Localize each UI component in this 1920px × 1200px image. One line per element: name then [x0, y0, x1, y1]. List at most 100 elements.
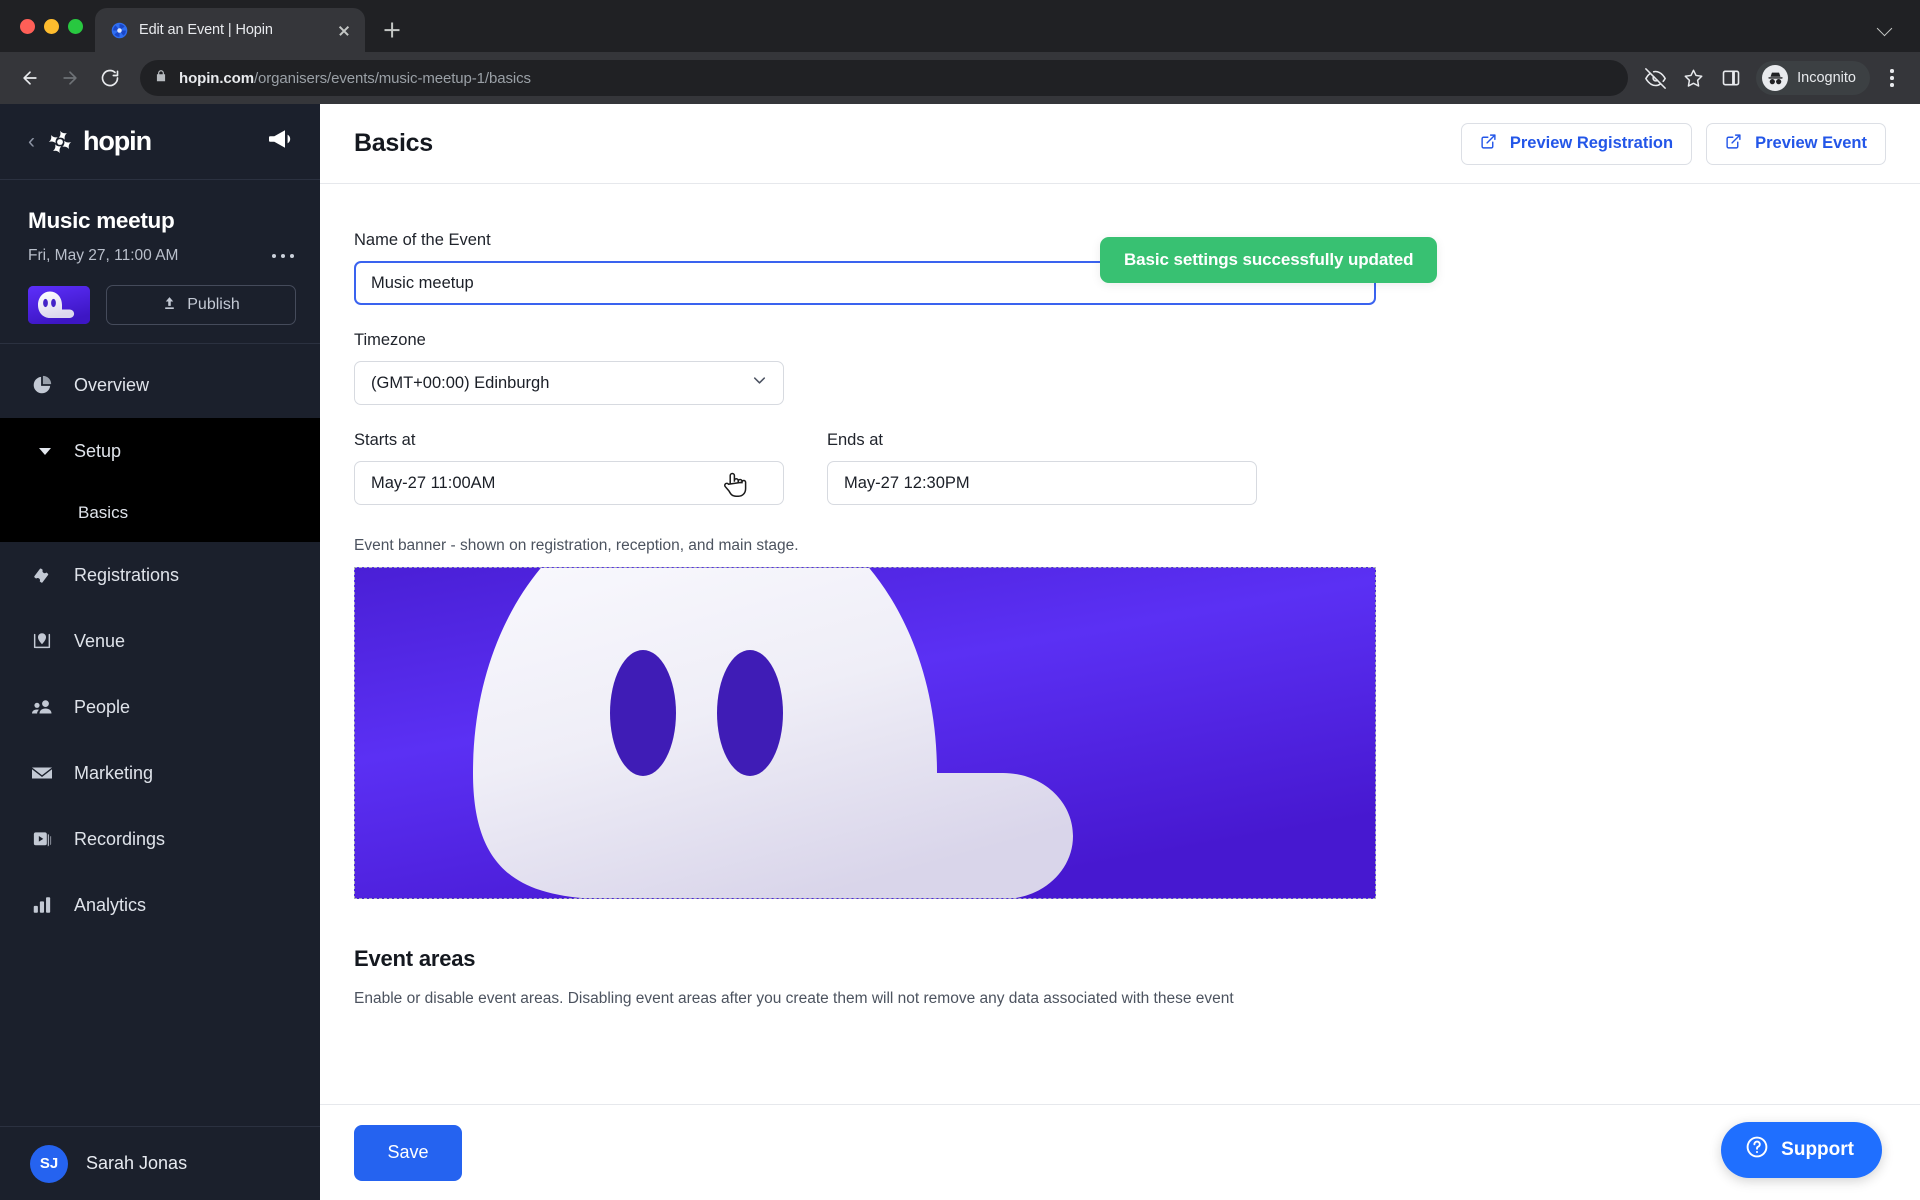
side-panel-icon[interactable]	[1714, 61, 1748, 95]
eye-off-icon[interactable]	[1638, 61, 1672, 95]
browser-tab-strip: Edit an Event | Hopin	[0, 0, 1920, 52]
close-window-button[interactable]	[20, 18, 35, 34]
publish-label: Publish	[187, 296, 240, 313]
maximize-window-button[interactable]	[68, 18, 83, 34]
sidebar-user-profile[interactable]: SJ Sarah Jonas	[0, 1126, 320, 1200]
sidebar-item-label: Recordings	[74, 828, 166, 849]
starts-at-label: Starts at	[354, 431, 416, 449]
bookmark-star-icon[interactable]	[1676, 61, 1710, 95]
avatar: SJ	[30, 1144, 68, 1183]
event-actions-row: Publish	[28, 285, 296, 325]
sidebar-item-label: Overview	[74, 374, 150, 395]
preview-event-label: Preview Event	[1755, 134, 1867, 152]
incognito-icon	[1762, 65, 1789, 91]
timezone-field: Timezone (GMT+00:00) Edinburgh	[354, 331, 1886, 405]
event-thumbnail[interactable]	[28, 286, 90, 324]
sidebar-item-label: People	[74, 696, 131, 717]
sidebar-item-people[interactable]: People	[0, 674, 320, 740]
event-date: Fri, May 27, 11:00 AM	[28, 247, 179, 264]
lock-icon	[154, 69, 168, 88]
hopin-logo-icon	[47, 129, 73, 155]
sidebar-item-label: Analytics	[74, 894, 147, 915]
hopin-favicon-icon	[111, 22, 128, 39]
event-more-options-button[interactable]	[270, 248, 297, 265]
main-content: Basics Preview Registration Preview Even…	[320, 104, 1920, 1200]
support-label: Support	[1781, 1139, 1854, 1160]
event-areas-description: Enable or disable event areas. Disabling…	[354, 990, 1234, 1007]
sidebar-event-card: Music meetup Fri, May 27, 11:00 AM Publi…	[0, 180, 320, 344]
tab-search-button[interactable]	[1868, 10, 1904, 46]
ends-at-input[interactable]: May-27 12:30PM	[827, 461, 1257, 505]
page-title: Basics	[354, 129, 433, 157]
sidebar-item-marketing[interactable]: Marketing	[0, 740, 320, 806]
user-name: Sarah Jonas	[86, 1153, 188, 1173]
caret-down-icon	[30, 447, 54, 455]
event-banner-field: Event banner - shown on registration, re…	[354, 537, 1886, 899]
preview-registration-label: Preview Registration	[1509, 134, 1674, 152]
sidebar-item-label: Marketing	[74, 762, 154, 783]
question-circle-icon	[1745, 1135, 1769, 1165]
video-icon	[30, 828, 54, 851]
event-date-row: Fri, May 27, 11:00 AM	[28, 247, 296, 265]
incognito-profile-chip[interactable]: Incognito	[1756, 61, 1870, 95]
megaphone-icon[interactable]	[268, 127, 296, 156]
sidebar-item-venue[interactable]: Venue	[0, 608, 320, 674]
address-bar-url: hopin.com/organisers/events/music-meetup…	[179, 69, 531, 87]
browser-toolbar: hopin.com/organisers/events/music-meetup…	[0, 52, 1920, 104]
starts-at-input[interactable]: May-27 11:00AM	[354, 461, 784, 505]
chevron-down-icon	[750, 371, 769, 395]
sidebar-item-setup[interactable]: Setup	[0, 418, 320, 484]
sidebar-item-overview[interactable]: Overview	[0, 352, 320, 418]
external-link-icon	[1480, 133, 1497, 155]
success-toast: Basic settings successfully updated	[1100, 237, 1438, 283]
sidebar-item-recordings[interactable]: Recordings	[0, 806, 320, 872]
sidebar-item-registrations[interactable]: Registrations	[0, 542, 320, 608]
back-button[interactable]	[12, 60, 48, 96]
ellipsis-dot	[271, 253, 276, 259]
form-footer-bar: Save	[320, 1104, 1920, 1200]
preview-registration-button[interactable]: Preview Registration	[1460, 122, 1693, 165]
ends-at-label: Ends at	[827, 431, 883, 449]
date-range-row: Starts at May-27 11:00AM Ends at May-27 …	[354, 431, 1886, 505]
starts-at-field: Starts at May-27 11:00AM	[354, 431, 784, 505]
timezone-select[interactable]: (GMT+00:00) Edinburgh	[354, 361, 784, 405]
close-tab-button[interactable]	[333, 19, 355, 41]
event-name: Music meetup	[28, 208, 175, 233]
bar-chart-icon	[30, 894, 54, 916]
kebab-dot	[1890, 76, 1894, 80]
kebab-dot	[1890, 69, 1894, 73]
minimize-window-button[interactable]	[44, 18, 59, 34]
forward-button[interactable]	[52, 60, 88, 96]
address-bar[interactable]: hopin.com/organisers/events/music-meetup…	[140, 60, 1629, 96]
map-pin-icon	[30, 630, 54, 652]
basics-form: Name of the Event Music meetup Timezone …	[320, 184, 1920, 1098]
ends-at-field: Ends at May-27 12:30PM	[827, 431, 1257, 505]
event-banner-note: Event banner - shown on registration, re…	[354, 537, 799, 554]
sidebar-item-analytics[interactable]: Analytics	[0, 872, 320, 938]
preview-event-button[interactable]: Preview Event	[1706, 122, 1886, 165]
sidebar-item-basics[interactable]: Basics	[0, 484, 320, 542]
sidebar-item-label: Setup	[74, 440, 122, 461]
timezone-value: (GMT+00:00) Edinburgh	[371, 373, 550, 392]
chevron-left-icon[interactable]: ‹	[28, 131, 35, 152]
pie-chart-icon	[30, 374, 54, 396]
content-header: Basics Preview Registration Preview Even…	[320, 104, 1920, 184]
event-banner-image[interactable]	[354, 567, 1376, 899]
support-button[interactable]: Support	[1721, 1122, 1882, 1178]
window-controls	[14, 0, 95, 52]
header-actions: Preview Registration Preview Event	[1460, 122, 1886, 165]
browser-window: Edit an Event | Hopin hopin.com/organise…	[0, 0, 1920, 1200]
new-tab-button[interactable]	[375, 13, 409, 47]
browser-tab[interactable]: Edit an Event | Hopin	[95, 8, 365, 52]
browser-menu-button[interactable]	[1876, 60, 1908, 96]
sidebar-group-setup: Setup Basics	[0, 418, 320, 542]
save-button[interactable]: Save	[354, 1124, 462, 1181]
sidebar-item-label: Basics	[78, 503, 129, 522]
hopin-wordmark: hopin	[83, 126, 152, 156]
reload-button[interactable]	[92, 60, 128, 96]
timezone-label: Timezone	[354, 331, 426, 349]
app-page: ‹ hopin Music meetup Fri, May 27, 11:00 …	[0, 104, 1920, 1200]
upload-icon	[162, 295, 177, 316]
browser-tab-title: Edit an Event | Hopin	[139, 22, 273, 38]
publish-button[interactable]: Publish	[106, 285, 296, 325]
